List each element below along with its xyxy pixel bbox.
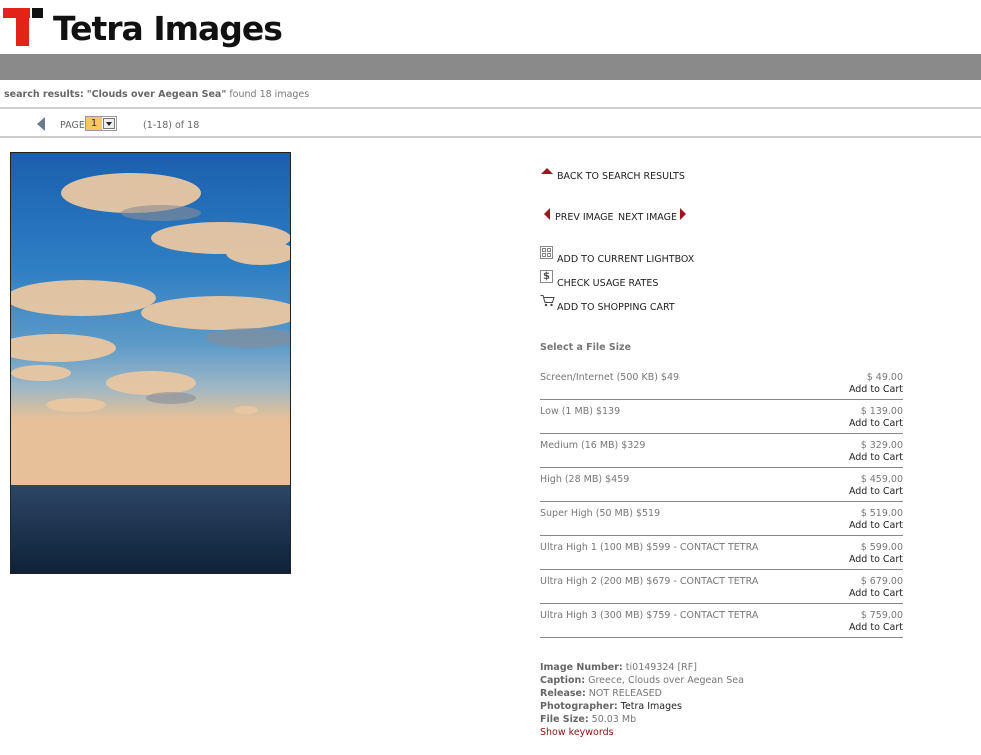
search-prefix: search results:: [4, 89, 84, 100]
search-count: found 18 images: [229, 89, 310, 100]
dollar-icon[interactable]: $: [540, 270, 553, 283]
file-size-option[interactable]: Low (1 MB) $139 $ 139.00 Add to Cart: [540, 400, 903, 434]
file-size-name: Screen/Internet (500 KB) $49: [540, 372, 680, 383]
prev-arrow-icon[interactable]: [544, 208, 550, 220]
photographer-label: Photographer:: [540, 701, 618, 712]
file-size-name: Low (1 MB) $139: [540, 406, 621, 417]
prev-image-link[interactable]: PREV IMAGE: [555, 212, 614, 223]
tetra-logo-icon[interactable]: [3, 8, 43, 46]
add-to-cart-button[interactable]: Add to Cart: [849, 554, 903, 565]
file-size-option[interactable]: Ultra High 1 (100 MB) $599 - CONTACT TET…: [540, 536, 903, 570]
file-size-option[interactable]: Medium (16 MB) $329 $ 329.00 Add to Cart: [540, 434, 903, 468]
back-arrow-icon[interactable]: [541, 168, 553, 174]
nav-bar: [0, 54, 981, 80]
file-size-option[interactable]: Super High (50 MB) $519 $ 519.00 Add to Ca…: [540, 502, 903, 536]
file-size-name: Medium (16 MB) $329: [540, 440, 646, 451]
page-select-value: 1: [86, 117, 102, 130]
file-size-name: Super High (50 MB) $519: [540, 508, 661, 519]
next-arrow-icon[interactable]: [680, 208, 686, 220]
file-size-price: $ 459.00: [860, 474, 903, 485]
add-to-cart-button[interactable]: Add to Cart: [849, 622, 903, 633]
release-label: Release:: [540, 688, 586, 699]
search-query: "Clouds over Aegean Sea": [86, 89, 227, 100]
brand-name[interactable]: Tetra Images: [53, 9, 283, 49]
back-to-results-link[interactable]: BACK TO SEARCH RESULTS: [557, 171, 685, 182]
check-usage-rates-link[interactable]: CHECK USAGE RATES: [557, 278, 658, 289]
release-row: Release: NOT RELEASED: [540, 687, 744, 700]
add-to-lightbox-link[interactable]: ADD TO CURRENT LIGHTBOX: [557, 254, 694, 265]
file-size-name: Ultra High 3 (300 MB) $759 - CONTACT TET…: [540, 610, 759, 621]
file-size-label: File Size:: [540, 714, 589, 725]
page-label: PAGE: [60, 120, 85, 131]
image-number-row: Image Number: ti0149324 [RF]: [540, 661, 744, 674]
chevron-down-icon[interactable]: [103, 118, 115, 129]
file-size: 50.03 Mb: [591, 714, 637, 725]
add-to-cart-button[interactable]: Add to Cart: [849, 452, 903, 463]
lightbox-icon[interactable]: [540, 246, 553, 259]
divider: [0, 136, 981, 138]
pager: PAGE 1 (1-18) of 18: [0, 109, 981, 137]
search-summary: search results: "Clouds over Aegean Sea"…: [4, 89, 309, 100]
file-size-price: $ 49.00: [866, 372, 903, 383]
file-size-price: $ 139.00: [860, 406, 903, 417]
photographer-row: Photographer: Tetra Images: [540, 700, 744, 713]
photographer-link[interactable]: Tetra Images: [621, 701, 682, 712]
file-size-row: File Size: 50.03 Mb: [540, 713, 744, 726]
file-size-rows: Screen/Internet (500 KB) $49 $ 49.00 Add t…: [540, 366, 903, 638]
add-to-cart-button[interactable]: Add to Cart: [849, 486, 903, 497]
caption: Greece, Clouds over Aegean Sea: [588, 675, 744, 686]
add-to-cart-link[interactable]: ADD TO SHOPPING CART: [557, 302, 675, 313]
shopping-cart-icon[interactable]: [540, 294, 555, 307]
file-size-option[interactable]: Screen/Internet (500 KB) $49 $ 49.00 Add t…: [540, 366, 903, 400]
file-size-name: Ultra High 2 (200 MB) $679 - CONTACT TET…: [540, 576, 759, 587]
caption-row: Caption: Greece, Clouds over Aegean Sea: [540, 674, 744, 687]
file-size-title: Select a File Size: [540, 342, 632, 353]
preview-image[interactable]: [10, 152, 291, 574]
file-size-name: High (28 MB) $459: [540, 474, 630, 485]
release: NOT RELEASED: [588, 688, 662, 699]
file-size-price: $ 519.00: [860, 508, 903, 519]
prev-page-icon[interactable]: [37, 117, 45, 131]
show-keywords-link[interactable]: Show keywords: [540, 727, 614, 738]
add-to-cart-button[interactable]: Add to Cart: [849, 520, 903, 531]
header: Tetra Images: [0, 0, 981, 54]
image-number: ti0149324 [RF]: [625, 662, 697, 673]
caption-label: Caption:: [540, 675, 586, 686]
result-range: (1-18) of 18: [143, 120, 200, 131]
next-image-link[interactable]: NEXT IMAGE: [618, 212, 677, 223]
file-size-option[interactable]: Ultra High 2 (200 MB) $679 - CONTACT TET…: [540, 570, 903, 604]
file-size-option[interactable]: Ultra High 3 (300 MB) $759 - CONTACT TET…: [540, 604, 903, 638]
image-number-label: Image Number:: [540, 662, 623, 673]
file-size-option[interactable]: High (28 MB) $459 $ 459.00 Add to Cart: [540, 468, 903, 502]
image-details: Image Number: ti0149324 [RF] Caption: Gr…: [540, 661, 744, 739]
file-size-price: $ 759.00: [860, 610, 903, 621]
add-to-cart-button[interactable]: Add to Cart: [849, 418, 903, 429]
page-select[interactable]: 1: [85, 116, 117, 131]
file-size-price: $ 329.00: [860, 440, 903, 451]
file-size-price: $ 679.00: [860, 576, 903, 587]
file-size-price: $ 599.00: [860, 542, 903, 553]
add-to-cart-button[interactable]: Add to Cart: [849, 384, 903, 395]
file-size-name: Ultra High 1 (100 MB) $599 - CONTACT TET…: [540, 542, 759, 553]
add-to-cart-button[interactable]: Add to Cart: [849, 588, 903, 599]
file-size-list: Select a File Size Screen/Internet (500 …: [540, 342, 903, 638]
